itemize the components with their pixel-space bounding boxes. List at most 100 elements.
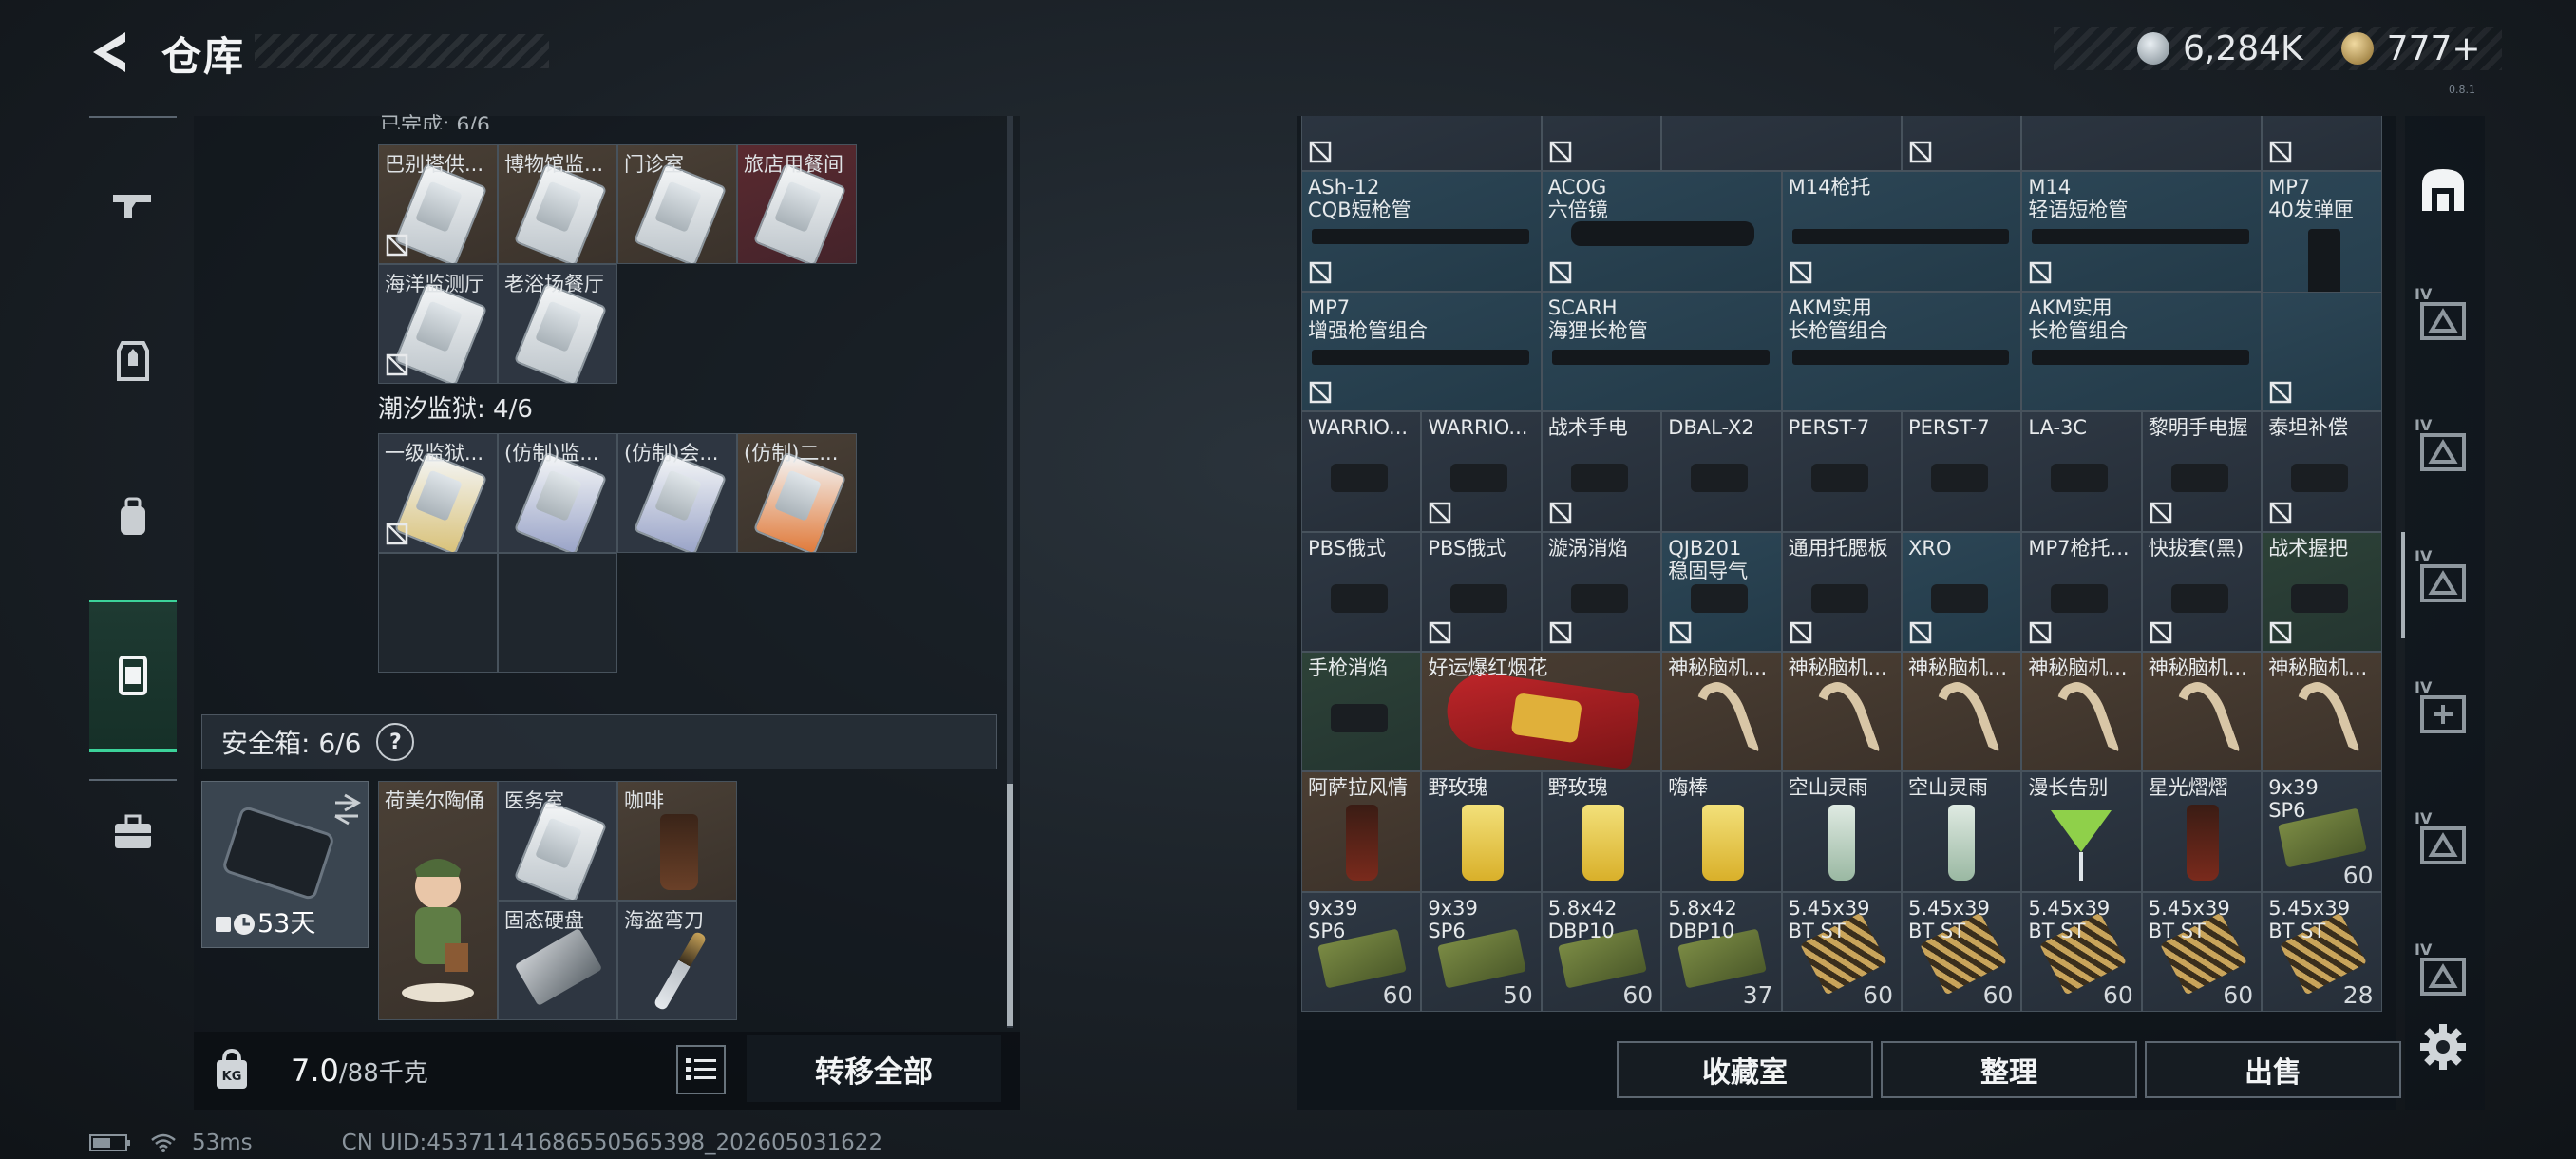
- grid-item[interactable]: 神秘脑机...: [1661, 652, 1782, 772]
- grid-item[interactable]: 阿萨拉风情: [1301, 771, 1422, 892]
- grid-item[interactable]: PBS俄式: [1301, 531, 1422, 652]
- grid-item[interactable]: 野玫瑰: [1421, 771, 1542, 892]
- grid-item[interactable]: 神秘脑机...: [2262, 652, 2382, 772]
- nav-briefcase[interactable]: [89, 775, 177, 889]
- grid-item[interactable]: PERST-7: [1781, 411, 1902, 532]
- nav-weapons[interactable]: [89, 146, 177, 260]
- grid-item[interactable]: 通用托腮板: [1781, 531, 1902, 652]
- grid-item[interactable]: 漩涡消焰: [1541, 531, 1662, 652]
- collection-card[interactable]: 门诊室: [617, 144, 737, 264]
- nav-storage[interactable]: [89, 600, 177, 752]
- sell-button[interactable]: 出售: [2145, 1041, 2401, 1098]
- grid-item[interactable]: 快拔套(黑): [2141, 531, 2263, 652]
- grid-item[interactable]: 神秘脑机...: [2021, 652, 2142, 772]
- stash-tab-5[interactable]: [2411, 657, 2475, 771]
- help-button[interactable]: ?: [376, 723, 415, 761]
- grid-item[interactable]: 好运爆红烟花: [1421, 652, 1662, 772]
- grid-item[interactable]: 9x39 SP6 60: [2262, 771, 2382, 892]
- transfer-all-button[interactable]: 转移全部: [747, 1036, 1001, 1102]
- weight-current: 7.0: [291, 1053, 339, 1089]
- empty-slot[interactable]: [498, 553, 617, 673]
- grid-item[interactable]: DBAL-X2: [1661, 411, 1782, 532]
- grid-item[interactable]: 5.45x39 BT ST 60: [1781, 891, 1902, 1013]
- grid-item[interactable]: 手枪消焰: [1301, 652, 1422, 772]
- figurine-item[interactable]: 荷美尔陶俑: [378, 781, 498, 1020]
- collection-card[interactable]: 海洋监测厅: [378, 264, 498, 384]
- grid-item[interactable]: 泰坦补偿: [2262, 411, 2382, 532]
- stash-tab-1[interactable]: [2411, 133, 2475, 247]
- grid-item[interactable]: 空山灵雨: [1902, 771, 2022, 892]
- grid-item[interactable]: 黎明手电握: [2141, 411, 2263, 532]
- stash-tab-6[interactable]: [2411, 788, 2475, 902]
- grid-item[interactable]: 漫长告别: [2021, 771, 2142, 892]
- grid-item[interactable]: LA-3C: [2021, 411, 2142, 532]
- grid-item[interactable]: 星光熠熠: [2141, 771, 2263, 892]
- grid-item[interactable]: 5.45x39 BT ST 28: [2262, 891, 2382, 1013]
- grid-item[interactable]: QJB201 稳固导气: [1661, 531, 1782, 652]
- grid-item[interactable]: M14 轻语短枪管: [2021, 171, 2263, 292]
- grid-item[interactable]: [2262, 116, 2382, 172]
- grid-item[interactable]: 5.8x42 DBP10 37: [1661, 891, 1782, 1013]
- grid-item[interactable]: 神秘脑机...: [1902, 652, 2022, 772]
- nav-armor[interactable]: [89, 304, 177, 418]
- stash-tab-2[interactable]: [2411, 264, 2475, 378]
- collection-card[interactable]: 博物馆监...: [498, 144, 617, 264]
- grid-item[interactable]: 5.45x39 BT ST 60: [2021, 891, 2142, 1013]
- grid-item[interactable]: MP7枪托...: [2021, 531, 2142, 652]
- coffee-item[interactable]: 咖啡: [617, 781, 737, 901]
- grid-item[interactable]: PBS俄式: [1421, 531, 1542, 652]
- grid-item[interactable]: 空山灵雨: [1781, 771, 1902, 892]
- settings-button[interactable]: [2411, 990, 2475, 1104]
- collection-room-button[interactable]: 收藏室: [1617, 1041, 1873, 1098]
- grid-item[interactable]: [1902, 116, 2022, 172]
- grid-item[interactable]: XRO: [1902, 531, 2022, 652]
- grid-item[interactable]: [2021, 116, 2263, 172]
- grid-item[interactable]: ACOG 六倍镜: [1541, 171, 1782, 292]
- grid-item[interactable]: WARRIO...: [1421, 411, 1542, 532]
- item-label: M14枪托: [1788, 176, 1871, 200]
- grid-item[interactable]: 5.45x39 BT ST 60: [2141, 891, 2263, 1013]
- stash-tab-4[interactable]: [2411, 526, 2475, 640]
- pirate-sword-item[interactable]: 海盗弯刀: [617, 901, 737, 1020]
- grid-item[interactable]: [2262, 291, 2382, 412]
- grid-item[interactable]: 5.45x39 BT ST 60: [1902, 891, 2022, 1013]
- grid-item[interactable]: 嗨棒: [1661, 771, 1782, 892]
- grid-item[interactable]: 9x39 SP6 50: [1421, 891, 1542, 1013]
- grid-item[interactable]: 5.8x42 DBP10 60: [1541, 891, 1662, 1013]
- keycard-image: [633, 451, 728, 552]
- grid-item[interactable]: 神秘脑机...: [2141, 652, 2263, 772]
- collection-card[interactable]: (仿制)监...: [498, 433, 617, 553]
- collection-card[interactable]: 老浴场餐厅: [498, 264, 617, 384]
- organize-button[interactable]: 整理: [1881, 1041, 2137, 1098]
- grid-item[interactable]: [1661, 116, 1902, 172]
- clinic-card-item[interactable]: 医务室: [498, 781, 617, 901]
- ssd-item[interactable]: 固态硬盘: [498, 901, 617, 1020]
- safe-box-container[interactable]: 53天: [201, 781, 369, 948]
- grid-item[interactable]: M14枪托: [1781, 171, 2022, 292]
- grid-item[interactable]: 战术握把: [2262, 531, 2382, 652]
- collection-card[interactable]: (仿制)二...: [737, 433, 857, 553]
- grid-item[interactable]: 战术手电: [1541, 411, 1662, 532]
- collection-card[interactable]: 一级监狱...: [378, 433, 498, 553]
- grid-item[interactable]: WARRIO...: [1301, 411, 1422, 532]
- nav-backpack[interactable]: [89, 460, 177, 574]
- empty-slot[interactable]: [378, 553, 498, 673]
- grid-item[interactable]: AKM实用 长枪管组合: [2021, 291, 2263, 412]
- grid-item[interactable]: 9x39 SP6 60: [1301, 891, 1422, 1013]
- collection-card[interactable]: (仿制)会...: [617, 433, 737, 553]
- grid-item[interactable]: PERST-7: [1902, 411, 2022, 532]
- grid-item[interactable]: ASh-12 CQB短枪管: [1301, 171, 1542, 292]
- grid-item[interactable]: 神秘脑机...: [1781, 652, 1902, 772]
- list-view-button[interactable]: [676, 1045, 726, 1094]
- grid-item[interactable]: AKM实用 长枪管组合: [1781, 291, 2022, 412]
- grid-item[interactable]: SCARH 海狸长枪管: [1541, 291, 1782, 412]
- left-scroll-thumb[interactable]: [1007, 784, 1013, 1026]
- grid-item[interactable]: MP7 增强枪管组合: [1301, 291, 1542, 412]
- collection-card[interactable]: 旅店用餐间: [737, 144, 857, 264]
- back-button[interactable]: [87, 28, 133, 76]
- collection-card[interactable]: 巴别塔供...: [378, 144, 498, 264]
- grid-item[interactable]: 野玫瑰: [1541, 771, 1662, 892]
- grid-item[interactable]: [1541, 116, 1662, 172]
- stash-tab-3[interactable]: [2411, 395, 2475, 509]
- grid-item[interactable]: [1301, 116, 1542, 172]
